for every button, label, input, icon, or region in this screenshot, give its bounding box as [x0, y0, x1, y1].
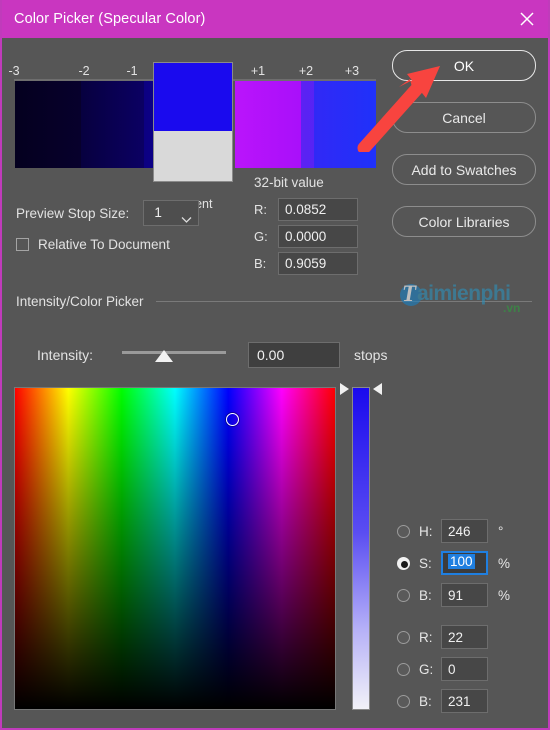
radio-blue[interactable]	[397, 694, 410, 708]
32-bit-input-g[interactable]	[278, 225, 358, 248]
input-saturation-value: 100	[448, 554, 475, 569]
add-to-swatches-button[interactable]: Add to Swatches	[392, 154, 536, 185]
label-hue: H:	[419, 523, 433, 539]
swatch-label-plus1: +1	[250, 64, 266, 78]
32-bit-label-b: B:	[254, 256, 267, 271]
ok-button[interactable]: OK	[392, 50, 536, 81]
radio-saturation[interactable]	[397, 556, 410, 570]
swatch-label-minus3: -3	[8, 64, 20, 78]
swatch-minus3[interactable]	[15, 81, 81, 168]
radio-hue[interactable]	[397, 524, 410, 538]
saturation-marker-left[interactable]	[340, 383, 349, 395]
input-saturation[interactable]: 100	[441, 551, 488, 575]
input-hue[interactable]	[441, 519, 488, 543]
32-bit-row-b: B:	[254, 252, 358, 275]
input-green[interactable]	[441, 657, 488, 681]
label-red: R:	[419, 629, 433, 645]
component-row-s: S: 100 %	[397, 548, 510, 578]
saturation-slider[interactable]	[340, 383, 382, 710]
label-blue: B:	[419, 693, 432, 709]
relative-to-document-checkbox[interactable]	[16, 238, 29, 251]
intensity-color-picker-section-header: Intensity/Color Picker	[16, 294, 532, 309]
intensity-slider[interactable]	[122, 344, 226, 366]
component-row-brightness: B: %	[397, 580, 510, 610]
32-bit-value-group: 32-bit value R: G: B:	[254, 175, 358, 279]
chevron-down-icon	[181, 208, 192, 232]
32-bit-input-r[interactable]	[278, 198, 358, 221]
swatch-label-plus3: +3	[344, 64, 360, 78]
cancel-button[interactable]: Cancel	[392, 102, 536, 133]
32-bit-label-r: R:	[254, 202, 267, 217]
component-row-blue: B:	[397, 686, 510, 716]
32-bit-input-b[interactable]	[278, 252, 358, 275]
preview-stop-size-label: Preview Stop Size:	[16, 205, 130, 221]
radio-red[interactable]	[397, 630, 410, 644]
preview-stop-size-select[interactable]: 1	[143, 200, 200, 226]
swatch-minus2[interactable]	[81, 81, 144, 168]
dialog-button-column: OK Cancel Add to Swatches Color Librarie…	[392, 50, 536, 258]
preview-stop-size-value: 1	[154, 205, 162, 220]
intensity-input[interactable]	[248, 342, 340, 368]
intensity-slider-thumb[interactable]	[154, 350, 173, 362]
input-blue[interactable]	[441, 689, 488, 713]
component-row-h: H: °	[397, 516, 510, 546]
unit-hue: °	[498, 523, 504, 539]
intensity-units-label: stops	[354, 347, 388, 363]
section-divider	[155, 301, 532, 302]
section-title: Intensity/Color Picker	[16, 294, 144, 309]
color-picker-dialog: Color Picker (Specular Color) -3 -2 -1 +…	[0, 0, 550, 730]
saturation-slider-ramp[interactable]	[352, 387, 370, 710]
relative-to-document-row[interactable]: Relative To Document	[16, 237, 170, 252]
component-row-green: G:	[397, 654, 510, 684]
preview-stop-size-row: Preview Stop Size: 1	[16, 200, 200, 226]
current-color-new	[154, 63, 232, 132]
relative-to-document-label: Relative To Document	[38, 237, 170, 252]
swatch-label-minus1: -1	[126, 64, 138, 78]
32-bit-label-g: G:	[254, 229, 268, 244]
swatch-label-minus2: -2	[78, 64, 90, 78]
input-brightness[interactable]	[441, 583, 488, 607]
saturation-marker-right[interactable]	[373, 383, 382, 395]
input-red[interactable]	[441, 625, 488, 649]
close-icon[interactable]	[504, 0, 548, 38]
intensity-row: Intensity: stops	[37, 342, 387, 368]
unit-saturation: %	[498, 555, 511, 571]
radio-green[interactable]	[397, 662, 410, 676]
current-color-swatch[interactable]	[153, 62, 233, 182]
intensity-slider-track	[122, 351, 226, 354]
color-field[interactable]	[14, 387, 336, 710]
32-bit-row-g: G:	[254, 225, 358, 248]
swatch-label-plus2: +2	[298, 64, 314, 78]
titlebar: Color Picker (Specular Color)	[2, 0, 548, 38]
label-saturation: S:	[419, 555, 432, 571]
color-field-brightness-overlay	[15, 388, 335, 709]
component-row-red: R:	[397, 622, 510, 652]
swatch-plus3[interactable]	[314, 81, 376, 168]
swatch-plus1[interactable]	[235, 81, 301, 168]
color-libraries-button[interactable]: Color Libraries	[392, 206, 536, 237]
32-bit-value-title: 32-bit value	[254, 175, 324, 190]
dialog-title: Color Picker (Specular Color)	[14, 11, 206, 27]
32-bit-row-r: R:	[254, 198, 358, 221]
label-brightness: B:	[419, 587, 432, 603]
intensity-label: Intensity:	[37, 347, 94, 363]
color-component-fields: H: ° S: 100 % B: % R: G:	[397, 516, 510, 718]
unit-brightness: %	[498, 587, 511, 603]
radio-brightness[interactable]	[397, 588, 410, 602]
label-green: G:	[419, 661, 434, 677]
stop-preview-swatches: -3 -2 -1 +1 +2 +3 current	[2, 38, 392, 211]
